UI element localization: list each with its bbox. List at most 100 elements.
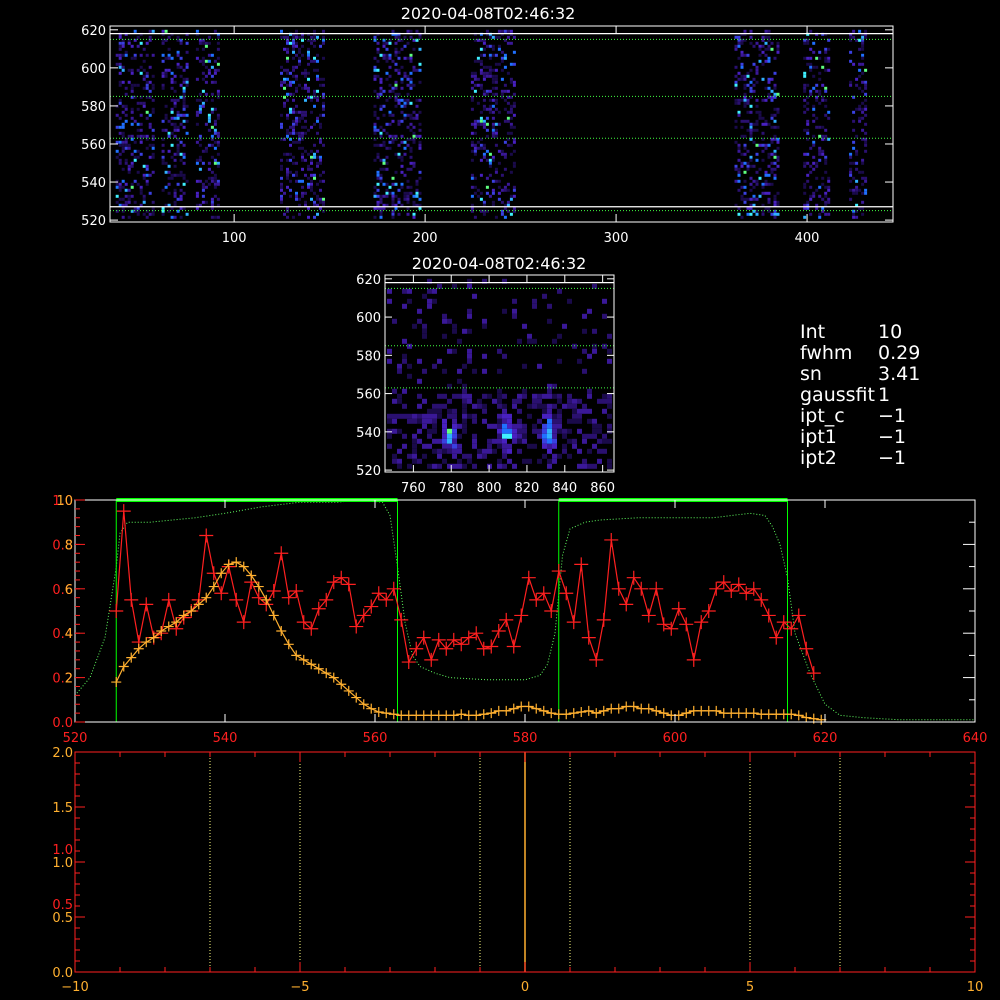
spectrum-pixel: [491, 116, 495, 120]
spectrum-pixel: [462, 328, 467, 334]
spectrum-pixel: [497, 388, 502, 394]
spectrum-pixel: [749, 29, 753, 33]
red-data-point: [364, 599, 379, 614]
spectrum-pixel: [522, 393, 527, 399]
spectrum-pixel: [124, 53, 128, 57]
spectrum-pixel: [497, 433, 502, 439]
spectrum-pixel: [295, 53, 298, 57]
spectrum-pixel: [124, 140, 128, 144]
spectrum-pixel: [492, 438, 497, 444]
spectrum-pixel: [402, 413, 407, 419]
spectrum-pixel: [170, 176, 174, 180]
spectrum-pixel: [402, 358, 407, 364]
orange-data-point: [501, 705, 512, 716]
spectrum-pixel: [298, 131, 301, 135]
spectrum-pixel: [385, 71, 389, 75]
spectrum-pixel: [743, 119, 747, 123]
spectrum-pixel: [507, 423, 512, 429]
spectrum-pixel: [280, 200, 283, 204]
spectrum-pixel: [740, 65, 744, 69]
spectrum-pixel: [286, 152, 289, 156]
spectrum-pixel: [427, 303, 432, 309]
x-tick-label: 600: [663, 731, 688, 746]
spectrum-pixel: [755, 197, 759, 201]
spectrum-pixel: [509, 62, 513, 66]
x-tick-label: 200: [413, 231, 438, 246]
spectrum-pixel: [394, 80, 398, 84]
spectrum-pixel: [400, 110, 404, 114]
spectrum-pixel: [607, 458, 612, 464]
spectrum-pixel: [385, 155, 389, 159]
spectrum-pixel: [587, 308, 592, 314]
spectrum-pixel: [737, 143, 741, 147]
red-data-point: [409, 641, 424, 656]
spectrum-pixel: [286, 35, 289, 39]
spectrum-pixel: [758, 143, 762, 147]
spectrum-pixel: [322, 56, 325, 60]
spectrum-pixel: [427, 288, 432, 294]
spectrum-pixel: [397, 428, 402, 434]
spectrum-pixel: [176, 98, 180, 102]
spectrum-pixel: [382, 104, 386, 108]
spectrum-pixel: [385, 167, 389, 171]
spectrum-pixel: [503, 215, 507, 219]
spectrum-pixel: [509, 152, 513, 156]
spectrum-pixel: [382, 128, 386, 132]
spectrum-pixel: [761, 98, 765, 102]
spectrum-pixel: [467, 348, 472, 354]
spectrum-pixel: [557, 408, 562, 414]
spectrum-pixel: [502, 408, 507, 414]
spectrum-pixel: [145, 164, 149, 168]
spectrum-pixel: [552, 423, 557, 429]
spectrum-pixel: [376, 41, 380, 45]
spectrum-pixel: [432, 418, 437, 424]
spectrum-pixel: [316, 155, 319, 159]
spectrum-pixel: [479, 173, 483, 177]
spectrum-pixel: [482, 119, 486, 123]
red-data-point: [319, 592, 334, 607]
spectrum-pixel: [746, 110, 750, 114]
spectrum-pixel: [532, 428, 537, 434]
spectrum-pixel: [824, 161, 828, 165]
spectrum-pixel: [502, 433, 507, 439]
spectrum-pixel: [746, 197, 750, 201]
spectrum-pixel: [522, 363, 527, 369]
spectrum-pixel: [764, 146, 768, 150]
red-data-point: [769, 630, 784, 645]
spectrum-pixel: [170, 107, 174, 111]
spectrum-pixel: [185, 119, 189, 123]
spectrum-pixel: [394, 47, 398, 51]
info-row: fwhm 0.29: [800, 343, 920, 364]
spectrum-pixel: [587, 353, 592, 359]
spectrum-pixel: [818, 152, 822, 156]
spectrum-pixel: [216, 113, 220, 117]
spectrum-pixel: [849, 35, 853, 39]
spectrum-pixel: [307, 50, 310, 54]
spectrum-pixel: [295, 131, 298, 135]
spectrum-pixel: [755, 41, 759, 45]
spectrum-pixel: [470, 194, 474, 198]
spectrum-pixel: [207, 116, 211, 120]
y-tick-label: 1.0: [52, 856, 73, 871]
spectrum-pixel: [752, 44, 756, 48]
spectrum-pixel: [479, 158, 483, 162]
spectrum-pixel: [506, 131, 510, 135]
spectrum-pixel: [409, 161, 413, 165]
spectrum-pixel: [391, 197, 395, 201]
spectrum-pixel: [509, 197, 513, 201]
spectrum-pixel: [418, 98, 422, 102]
spectrum-pixel: [737, 44, 741, 48]
spectrum-pixel: [488, 68, 492, 72]
spectrum-pixel: [806, 62, 810, 66]
spectrum-pixel: [373, 194, 377, 198]
spectrum-pixel: [755, 65, 759, 69]
spectrum-pixel: [376, 128, 380, 132]
spectrum-pixel: [176, 53, 180, 57]
spectrum-pixel: [385, 41, 389, 45]
spectrum-pixel: [201, 101, 205, 105]
spectrum-pixel: [737, 98, 741, 102]
spectrum-pixel: [494, 53, 498, 57]
spectrum-pixel: [422, 398, 427, 404]
spectrum-pixel: [397, 50, 401, 54]
spectrum-pixel: [373, 77, 377, 81]
